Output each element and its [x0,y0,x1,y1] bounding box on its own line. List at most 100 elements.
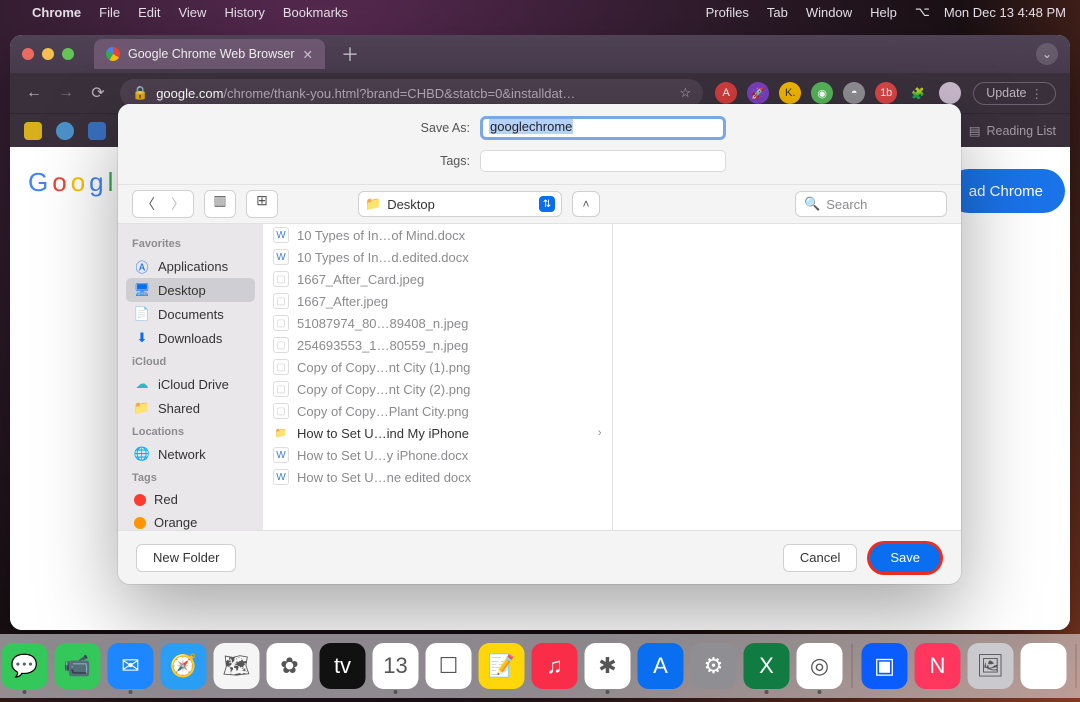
file-row[interactable]: ▢51087974_80…89408_n.jpeg [263,312,612,334]
profile-avatar[interactable] [939,82,961,104]
control-center-icon[interactable]: ⌥ [915,4,930,20]
bookmark-item[interactable] [88,122,106,140]
extension-icon[interactable]: A [715,82,737,104]
save-as-label: Save As: [130,121,470,135]
close-tab-icon[interactable]: ✕ [303,47,313,62]
address-bar[interactable]: 🔒 google.com/chrome/thank-you.html?brand… [120,79,703,107]
extension-icon[interactable]: ◓ [843,82,865,104]
menu-view[interactable]: View [178,5,206,20]
sidebar-item-shared[interactable]: 📁Shared [126,396,255,420]
new-tab-button[interactable]: ＋ [335,41,365,67]
tags-input[interactable] [480,150,726,172]
jpeg-icon: ▢ [273,315,289,331]
tab-search-button[interactable]: ⌄ [1036,43,1058,65]
dock-news[interactable]: N [915,643,961,689]
dock-tv[interactable]: tv [320,643,366,689]
dock-chrome[interactable]: ◎ [797,643,843,689]
file-row[interactable]: W10 Types of In…d.edited.docx [263,246,612,268]
minimize-window-button[interactable] [42,48,54,60]
menu-file[interactable]: File [99,5,120,20]
menu-history[interactable]: History [224,5,264,20]
sidebar-item-red[interactable]: Red [126,488,255,511]
update-button[interactable]: Update⋮ [973,82,1056,105]
bookmark-item[interactable] [24,122,42,140]
back-button[interactable]: ← [24,84,44,102]
location-popup[interactable]: 📁 Desktop ⇅ [358,191,562,217]
file-row[interactable]: ▢254693553_1…80559_n.jpeg [263,334,612,356]
dock-appstore[interactable]: A [638,643,684,689]
app-menu[interactable]: Chrome [32,5,81,20]
sidebar-item-orange[interactable]: Orange [126,511,255,530]
dock-safari[interactable]: 🧭 [161,643,207,689]
dock-facetime[interactable]: 📹 [55,643,101,689]
menu-window[interactable]: Window [806,5,852,20]
search-field[interactable]: 🔍 Search [795,191,947,217]
file-row[interactable]: WHow to Set U…y iPhone.docx [263,444,612,466]
browser-tab[interactable]: Google Chrome Web Browser ✕ [94,39,325,69]
sidebar: FavoritesⒶApplications🖥Desktop📄Documents… [118,224,263,530]
file-name: 10 Types of In…d.edited.docx [297,250,469,265]
menu-help[interactable]: Help [870,5,897,20]
download-chrome-button[interactable]: ad Chrome [947,169,1065,213]
columns-view-button[interactable]: ▥ ⌄ [205,191,235,217]
filename-input[interactable]: googlechrome [480,116,726,140]
sidebar-item-label: Shared [158,401,200,416]
sidebar-item-downloads[interactable]: ⬇︎Downloads [126,326,255,350]
sidebar-item-applications[interactable]: ⒶApplications [126,254,255,278]
dock-reminders[interactable]: ☐ [426,643,472,689]
forward-button[interactable]: → [56,84,76,102]
menu-bookmarks[interactable]: Bookmarks [283,5,348,20]
sidebar-item-desktop[interactable]: 🖥Desktop [126,278,255,302]
save-button[interactable]: Save [870,544,940,572]
file-row[interactable]: WHow to Set U…ne edited docx [263,466,612,488]
forward-nav-button[interactable]: 〉 [163,191,193,217]
nav-segment: 〈 〉 [132,190,194,218]
extension-icon[interactable]: 🚀 [747,82,769,104]
dock-separator [1076,644,1077,688]
dock-mail[interactable]: ✉︎ [108,643,154,689]
reading-list-button[interactable]: ▤ Reading List [969,123,1056,138]
new-folder-button[interactable]: New Folder [136,544,236,572]
dock-preview[interactable]: 🖼 [968,643,1014,689]
bookmark-item[interactable] [56,122,74,140]
dock-calendar[interactable]: 13 [373,643,419,689]
dialog-toolbar: 〈 〉 ▥ ⌄ ⊞ ⌄ 📁 Desktop ⇅ ˄ 🔍 Search [118,184,961,224]
menu-profiles[interactable]: Profiles [706,5,749,20]
back-nav-button[interactable]: 〈 [133,191,163,217]
cancel-button[interactable]: Cancel [783,544,857,572]
sidebar-item-network[interactable]: 🌐Network [126,442,255,466]
file-row[interactable]: ▢1667_After.jpeg [263,290,612,312]
sidebar-item-documents[interactable]: 📄Documents [126,302,255,326]
sidebar-item-icloud-drive[interactable]: ☁︎iCloud Drive [126,372,255,396]
file-row[interactable]: ▢Copy of Copy…nt City (1).png [263,356,612,378]
menu-edit[interactable]: Edit [138,5,160,20]
clock[interactable]: Mon Dec 13 4:48 PM [944,5,1066,20]
dock-unknown[interactable] [1021,643,1067,689]
extension-icon[interactable]: K. [779,82,801,104]
chevron-right-icon: › [598,427,602,439]
dock-settings[interactable]: ⚙︎ [691,643,737,689]
file-row[interactable]: ▢1667_After_Card.jpeg [263,268,612,290]
zoom-window-button[interactable] [62,48,74,60]
menu-tab[interactable]: Tab [767,5,788,20]
dock-notes[interactable]: 📝 [479,643,525,689]
file-row[interactable]: ▢Copy of Copy…nt City (2).png [263,378,612,400]
file-row[interactable]: 📁How to Set U…ind My iPhone› [263,422,612,444]
extension-icon[interactable]: ◉ [811,82,833,104]
dock-excel[interactable]: X [744,643,790,689]
group-button[interactable]: ⊞ ⌄ [247,191,277,217]
close-window-button[interactable] [22,48,34,60]
dock-photos[interactable]: ✿ [267,643,313,689]
file-row[interactable]: ▢Copy of Copy…Plant City.png [263,400,612,422]
file-row[interactable]: W10 Types of In…of Mind.docx [263,224,612,246]
collapse-button[interactable]: ˄ [572,191,600,217]
dock-maps[interactable]: 🗺 [214,643,260,689]
extensions-puzzle-icon[interactable]: 🧩 [907,82,929,104]
bookmark-star-icon[interactable]: ☆ [680,85,692,101]
reload-button[interactable]: ⟳ [88,83,108,103]
extension-icon[interactable]: 1b [875,82,897,104]
dock-music[interactable]: ♫ [532,643,578,689]
dock-messages[interactable]: 💬 [2,643,48,689]
dock-slack[interactable]: ✱ [585,643,631,689]
dock-zoom[interactable]: ▣ [862,643,908,689]
